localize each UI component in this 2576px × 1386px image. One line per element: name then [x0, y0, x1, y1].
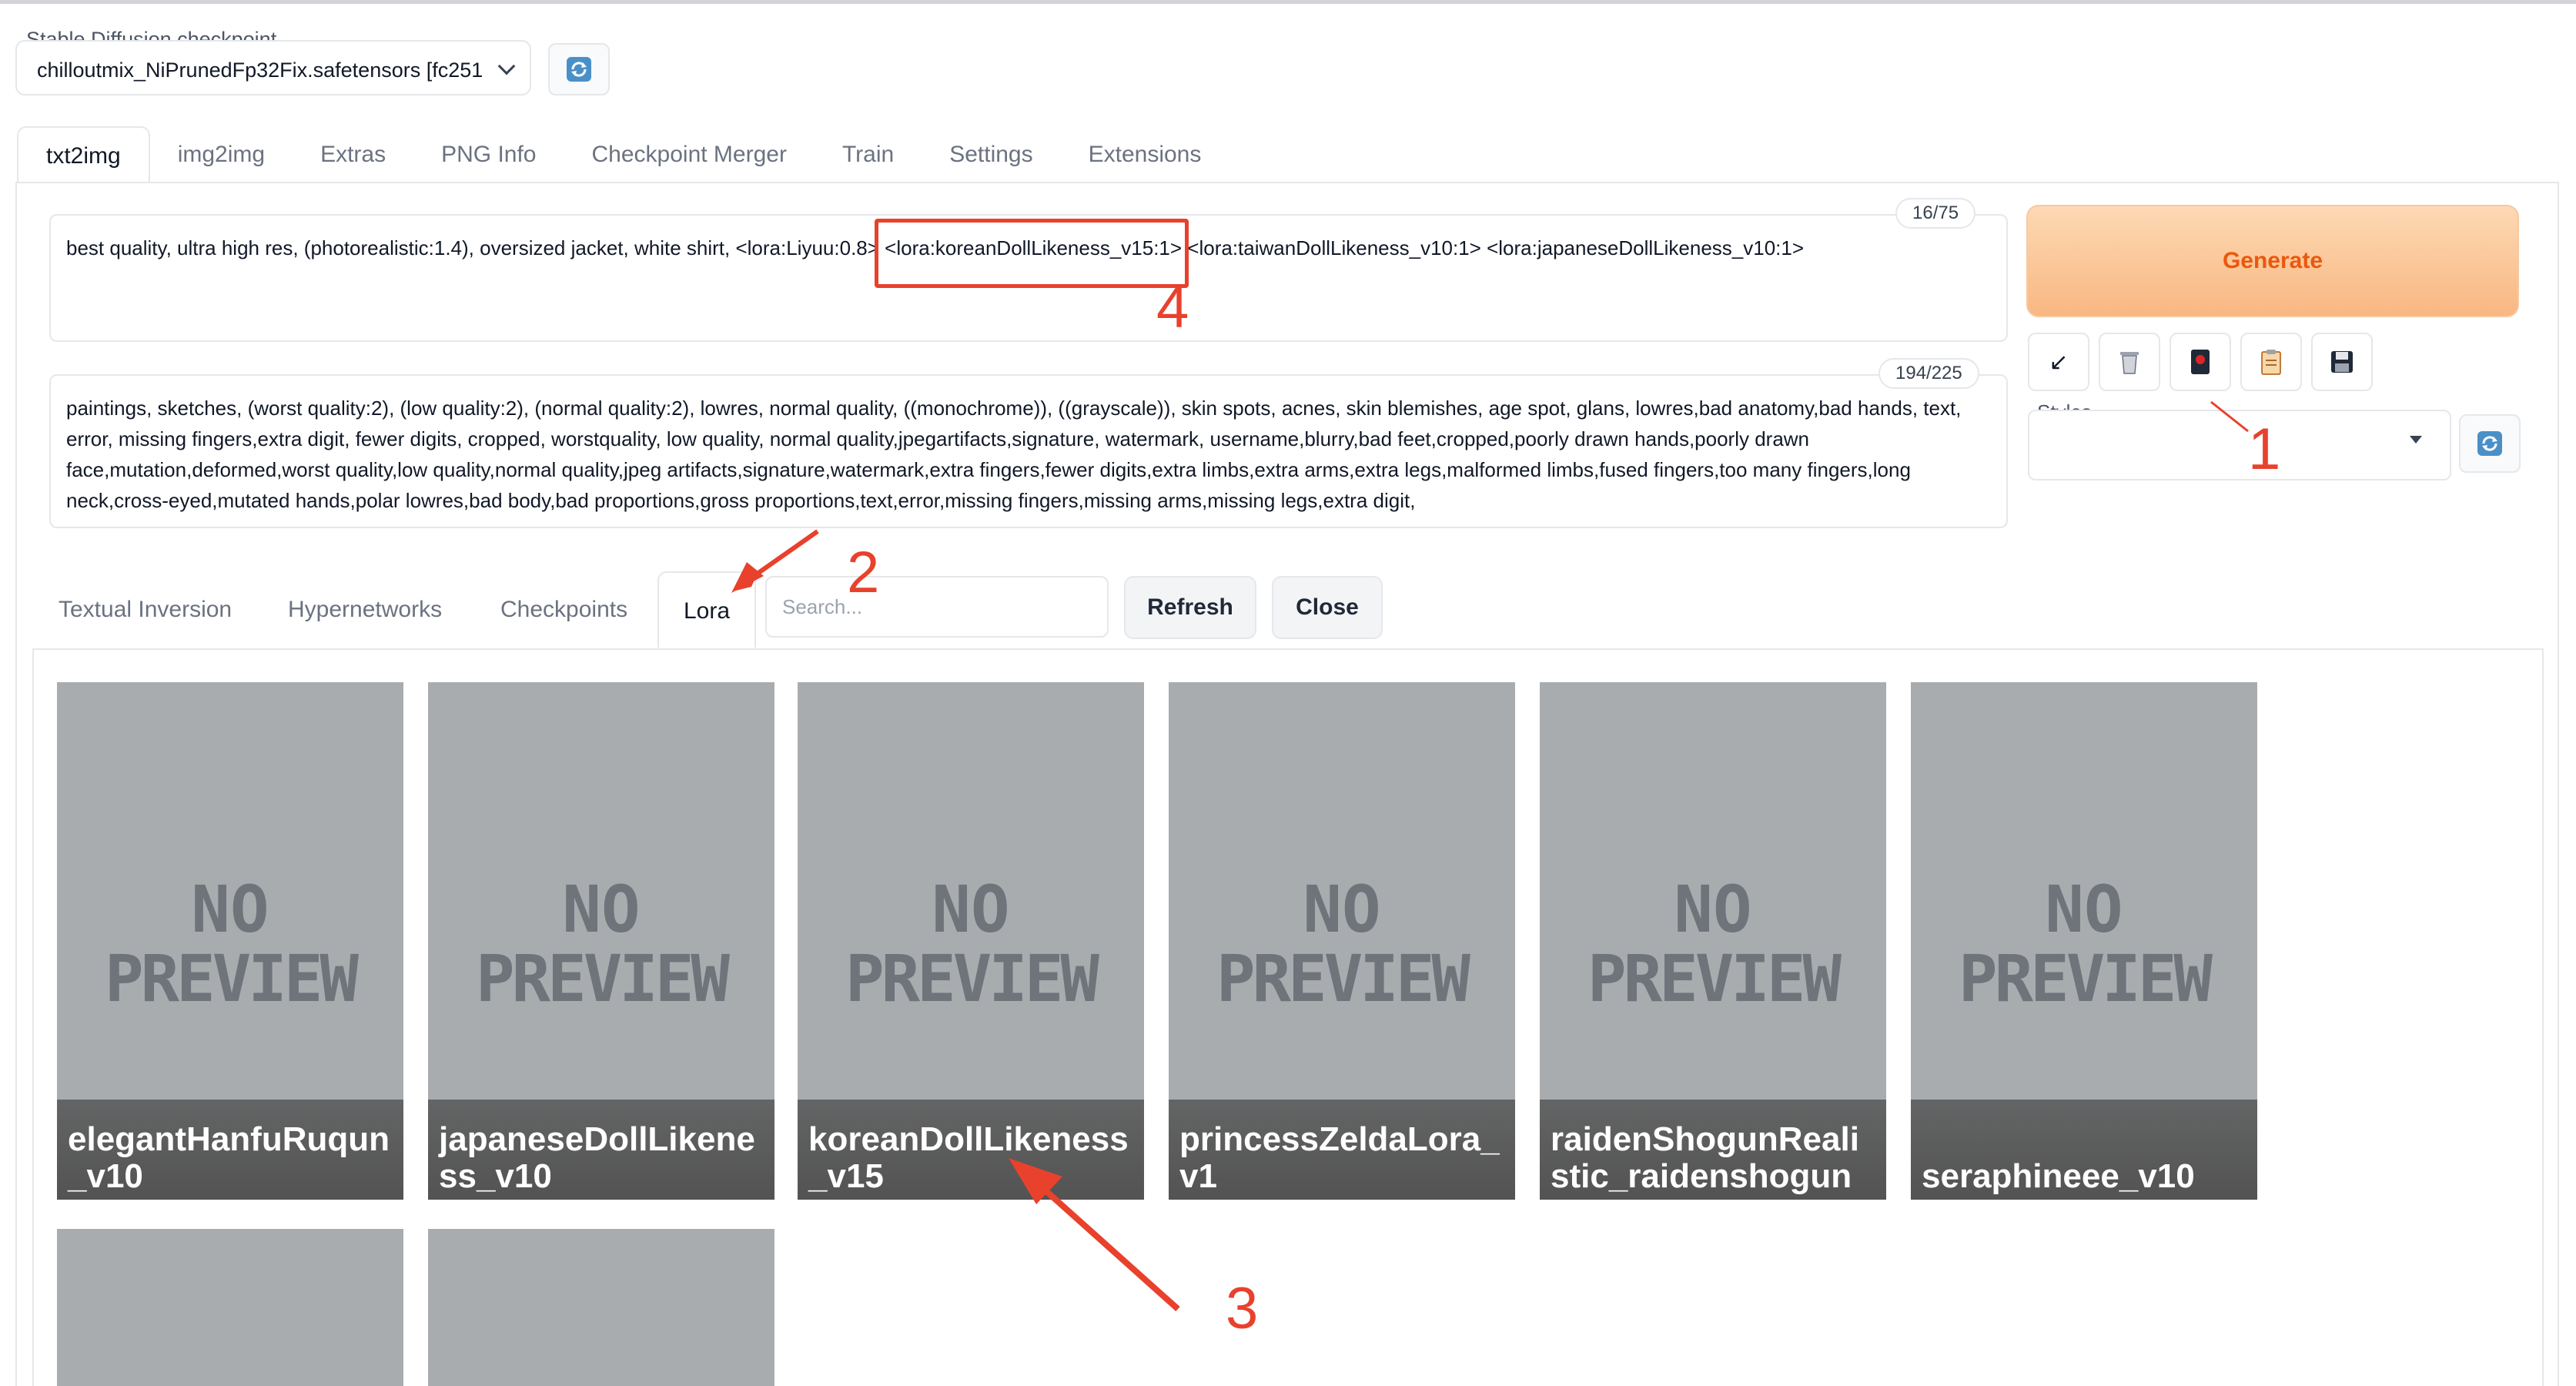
annotation-2: 2 [847, 540, 880, 605]
annotation-3: 3 [1226, 1276, 1259, 1341]
annotation-1: 1 [2248, 417, 2281, 482]
annotation-4: 4 [1156, 275, 1189, 340]
annotation-arrows [731, 400, 2249, 1311]
